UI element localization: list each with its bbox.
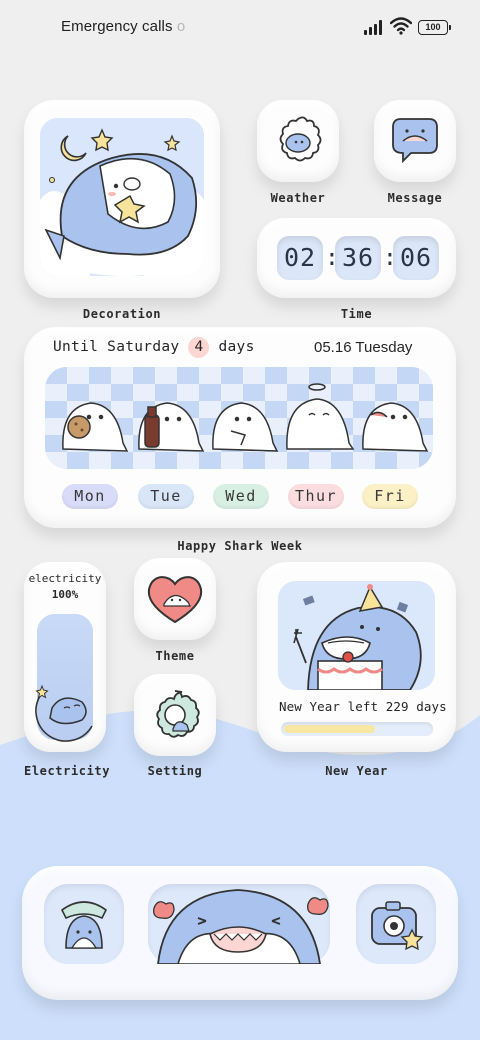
dock-camera-button[interactable] [356, 884, 436, 964]
day-pill-tue: Tue [138, 484, 194, 509]
gear-shark-icon [156, 690, 200, 738]
day-pill-mon: Mon [62, 484, 118, 509]
theme-widget[interactable] [134, 558, 216, 640]
wifi-icon [390, 17, 412, 35]
message-label: Message [387, 191, 443, 205]
new-year-art [278, 581, 435, 690]
shark-week-label: Happy Shark Week [177, 539, 303, 553]
heart-shark-icon [147, 576, 203, 624]
weather-widget[interactable] [257, 100, 339, 182]
message-widget[interactable] [374, 100, 456, 182]
day-pill-thur: Thur [288, 484, 344, 509]
new-year-progress-fill [284, 725, 375, 733]
new-year-countdown: New Year left 229 days [279, 699, 447, 714]
time-label: Time [340, 307, 373, 321]
sun-shark-icon [279, 116, 322, 162]
party-shark-icon [278, 581, 435, 690]
camera-icon [371, 901, 424, 951]
big-shark-face-icon [153, 889, 329, 964]
decoration-label: Decoration [82, 307, 162, 321]
shark-moon-icon [35, 684, 93, 742]
dock-shark-banner[interactable] [148, 884, 330, 964]
dock [22, 866, 458, 1000]
countdown-text: Until Saturday 4 days [53, 337, 255, 358]
setting-label: Setting [147, 764, 203, 778]
shark-moon-stars-icon [40, 118, 204, 276]
electricity-percent: 100% [51, 588, 79, 601]
new-year-progress [281, 722, 433, 736]
time-seconds: 06 [393, 236, 439, 280]
decoration-art [40, 118, 204, 276]
shark-week-illustration [45, 367, 433, 469]
battery-indicator: 100 [418, 20, 451, 35]
dock-phone-button[interactable] [44, 884, 124, 964]
new-year-label: New Year [325, 764, 388, 778]
chat-bubble-shark-icon [392, 118, 438, 164]
electricity-widget[interactable]: electricity 100% [24, 562, 106, 752]
weather-label: Weather [270, 191, 326, 205]
time-widget[interactable]: 02 : 36 : 06 [257, 218, 456, 298]
theme-label: Theme [155, 649, 195, 663]
time-minutes: 36 [335, 236, 381, 280]
signal-icon [364, 20, 382, 35]
setting-widget[interactable] [134, 674, 216, 756]
time-hours: 02 [277, 236, 323, 280]
new-year-widget[interactable] [257, 562, 456, 752]
day-pill-fri: Fri [362, 484, 418, 509]
day-pill-wed: Wed [213, 484, 269, 509]
week-date: 05.16 Tuesday [314, 339, 413, 356]
phone-shark-icon [60, 901, 108, 949]
electricity-label: Electricity [24, 764, 111, 778]
decoration-widget[interactable] [24, 100, 220, 298]
shark-week-strip [45, 367, 433, 469]
countdown-number: 4 [188, 337, 210, 358]
carrier-text: Emergency calls o [61, 18, 186, 35]
electricity-title: electricity [28, 572, 102, 585]
status-bar: Emergency calls o 100 [0, 0, 480, 56]
